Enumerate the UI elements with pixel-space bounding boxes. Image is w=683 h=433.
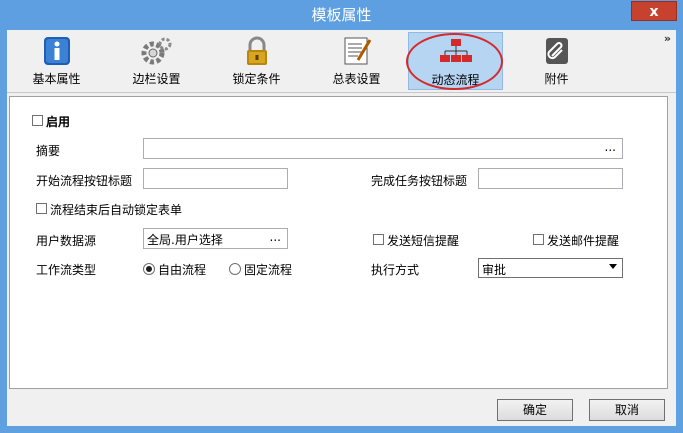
free-flow-label: 自由流程 bbox=[158, 263, 207, 277]
tab-summary-settings[interactable]: 总表设置 bbox=[309, 32, 404, 90]
tab-label: 总表设置 bbox=[332, 72, 381, 86]
ok-button[interactable]: 确定 bbox=[497, 399, 573, 421]
info-icon bbox=[43, 37, 70, 65]
user-source-label: 用户数据源 bbox=[36, 234, 97, 248]
sms-checkbox[interactable] bbox=[373, 234, 384, 245]
summary-label: 摘要 bbox=[36, 144, 61, 158]
fixed-flow-label: 固定流程 bbox=[244, 263, 293, 277]
edit-document-icon bbox=[344, 37, 371, 65]
exec-mode-select[interactable]: 审批 bbox=[478, 258, 623, 278]
start-button-title-label: 开始流程按钮标题 bbox=[36, 174, 133, 188]
chevron-down-icon bbox=[609, 264, 617, 269]
user-source-ellipsis-button[interactable]: ... bbox=[270, 230, 281, 244]
cancel-button[interactable]: 取消 bbox=[589, 399, 665, 421]
tab-label: 动态流程 bbox=[431, 73, 480, 87]
enable-checkbox[interactable] bbox=[32, 115, 43, 126]
summary-ellipsis-button[interactable]: ... bbox=[605, 140, 616, 154]
complete-button-title-field[interactable] bbox=[478, 168, 623, 189]
free-flow-radio[interactable] bbox=[143, 263, 155, 275]
gear-icon bbox=[141, 37, 171, 65]
toolbar-overflow-icon[interactable]: » bbox=[664, 32, 671, 45]
tab-sidebar-settings[interactable]: 边栏设置 bbox=[109, 32, 204, 90]
close-button[interactable]: x bbox=[631, 1, 677, 21]
window-title: 模板属性 bbox=[311, 6, 372, 24]
tab-lock-conditions[interactable]: 锁定条件 bbox=[209, 32, 304, 90]
tab-label: 基本属性 bbox=[32, 72, 81, 86]
lock-icon bbox=[246, 36, 267, 65]
flowchart-icon bbox=[439, 39, 472, 62]
tab-label: 锁定条件 bbox=[232, 72, 281, 86]
tab-basic-properties[interactable]: 基本属性 bbox=[9, 32, 104, 90]
tab-label: 边栏设置 bbox=[132, 72, 181, 86]
form-panel: 启用 摘要 ... 开始流程按钮标题 完成任务按钮标题 流程结束后自动锁定表单 … bbox=[9, 96, 668, 389]
tab-label: 附件 bbox=[544, 72, 569, 86]
start-button-title-field[interactable] bbox=[143, 168, 288, 189]
auto-lock-checkbox[interactable] bbox=[36, 203, 47, 214]
tab-dynamic-flow[interactable]: 动态流程 bbox=[408, 32, 503, 90]
tab-attachments[interactable]: 附件 bbox=[509, 32, 604, 90]
email-checkbox[interactable] bbox=[533, 234, 544, 245]
exec-mode-value: 审批 bbox=[482, 263, 507, 277]
fixed-flow-radio[interactable] bbox=[229, 263, 241, 275]
workflow-type-label: 工作流类型 bbox=[36, 263, 97, 277]
user-source-value: 全局.用户选择 bbox=[147, 233, 223, 247]
dialog-client: » 基本属性 边栏设置 锁定条件 总表设置 动态流程 附件 启用 摘要 ... … bbox=[7, 30, 676, 426]
exec-mode-label: 执行方式 bbox=[371, 263, 420, 277]
auto-lock-label: 流程结束后自动锁定表单 bbox=[50, 203, 183, 217]
summary-field[interactable]: ... bbox=[143, 138, 623, 159]
email-label: 发送邮件提醒 bbox=[547, 234, 620, 248]
paperclip-icon bbox=[545, 38, 568, 64]
enable-label: 启用 bbox=[46, 115, 71, 129]
toolbar: » 基本属性 边栏设置 锁定条件 总表设置 动态流程 附件 bbox=[7, 30, 676, 93]
complete-button-title-label: 完成任务按钮标题 bbox=[371, 174, 468, 188]
user-source-field[interactable]: 全局.用户选择 ... bbox=[143, 228, 288, 249]
sms-label: 发送短信提醒 bbox=[387, 234, 460, 248]
